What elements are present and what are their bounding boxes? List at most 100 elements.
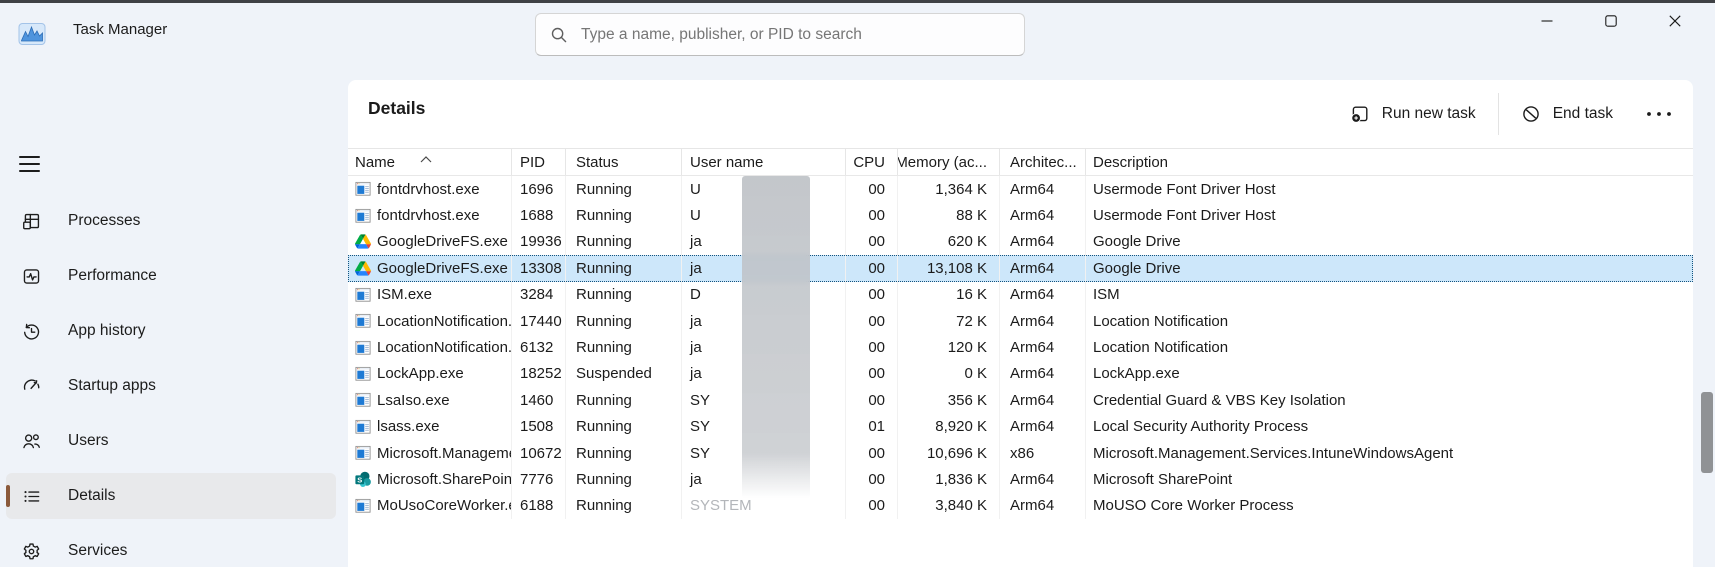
cell-mem-text: 72 K (956, 312, 987, 330)
cell-status-text: Running (576, 312, 632, 330)
cell-status-text: Running (576, 233, 632, 251)
cell-pid: 10672 (512, 439, 566, 467)
cell-pid-text: 10672 (520, 444, 562, 462)
more-options-button[interactable] (1633, 95, 1685, 133)
minimize-button[interactable] (1515, 3, 1579, 39)
column-header-arch[interactable]: Architec... (1000, 149, 1086, 175)
cell-cpu-text: 00 (868, 180, 885, 198)
cell-desc: ISM (1086, 282, 1693, 308)
cell-desc-text: Microsoft SharePoint (1093, 470, 1233, 488)
cell-desc: Local Security Authority Process (1086, 414, 1693, 440)
cell-user-text: D (690, 286, 701, 304)
table-row[interactable]: lsass.exe 1508 Running SY 01 8,920 K Arm64 Loca… (348, 413, 1693, 440)
cell-arch: Arm64 (1000, 176, 1086, 203)
table-row[interactable]: fontdrvhost.exe 1696 Running U 00 1,364 K Arm6… (348, 176, 1693, 203)
cell-mem: 10,696 K (898, 439, 1000, 467)
cell-arch: Arm64 (1000, 307, 1086, 335)
column-header-mem[interactable]: Memory (ac... (898, 149, 1000, 175)
cell-desc-text: Usermode Font Driver Host (1093, 180, 1276, 198)
sidebar-item-startup-apps[interactable]: Startup apps (6, 363, 336, 409)
cell-user-text: ja (690, 233, 702, 251)
navigation-menu-button[interactable] (12, 148, 48, 180)
cell-name-text: lsass.exe (377, 418, 440, 436)
cell-user-text: U (690, 207, 701, 225)
cell-user: SY (682, 387, 846, 414)
table-body: fontdrvhost.exe 1696 Running U 00 1,364 K Arm6… (348, 176, 1693, 520)
cell-cpu-text: 00 (868, 470, 885, 488)
cell-mem: 120 K (898, 334, 1000, 361)
run-new-task-button[interactable]: Run new task (1336, 95, 1490, 133)
cell-pid: 6188 (512, 492, 566, 520)
table-row[interactable]: fontdrvhost.exe 1688 Running U 00 88 K Arm64 Us… (348, 202, 1693, 229)
table-row[interactable]: LocationNotification... 6132 Running ja 00 12… (348, 334, 1693, 361)
table-row[interactable]: ISM.exe 3284 Running D 00 16 K Arm64 ISM (348, 281, 1693, 308)
default-exe-icon (355, 340, 371, 356)
cell-name-text: Microsoft.SharePoint.... (377, 470, 512, 488)
default-exe-icon (355, 287, 371, 303)
cell-cpu: 00 (846, 281, 898, 308)
column-header-desc[interactable]: Description (1086, 149, 1693, 175)
cell-desc-text: Credential Guard & VBS Key Isolation (1093, 391, 1346, 409)
cell-name-text: ISM.exe (377, 286, 433, 304)
table-row[interactable]: GoogleDriveFS.exe 13308 Running ja 00 13,108 … (348, 255, 1693, 282)
column-header-pid[interactable]: PID (512, 149, 566, 175)
sidebar-item-performance[interactable]: Performance (6, 253, 336, 299)
cell-name-text: MoUsoCoreWorker.exe (377, 497, 511, 515)
cell-status: Running (566, 176, 682, 203)
table-row[interactable]: MoUsoCoreWorker.exe 6188 Running SYSTEM 00 3,… (348, 492, 1693, 520)
sidebar-item-users[interactable]: Users (6, 418, 336, 464)
table-row[interactable]: LocationNotification... 17440 Running ja 00 7… (348, 307, 1693, 335)
sidebar-item-processes[interactable]: Processes (6, 198, 336, 244)
cell-name: fontdrvhost.exe (348, 202, 512, 229)
cell-pid: 6132 (512, 334, 566, 361)
sidebar-item-app-history[interactable]: App history (6, 308, 336, 354)
column-header-cpu[interactable]: CPU (846, 149, 898, 175)
maximize-button[interactable] (1579, 3, 1643, 39)
cell-cpu-text: 00 (868, 207, 885, 225)
column-header-name[interactable]: Name (348, 149, 512, 175)
column-header-label: Name (355, 153, 396, 171)
cell-status-text: Running (576, 391, 632, 409)
sidebar-item-services[interactable]: Services (6, 528, 336, 567)
table-row[interactable]: GoogleDriveFS.exe 19936 Running ja 00 620 K Ar… (348, 228, 1693, 256)
column-header-user[interactable]: User name (682, 149, 846, 175)
default-exe-icon (355, 366, 371, 382)
cell-arch: Arm64 (1000, 466, 1086, 493)
close-button[interactable] (1643, 3, 1707, 39)
search-input[interactable] (581, 25, 1010, 44)
cell-cpu-text: 00 (868, 312, 885, 330)
cell-desc: MoUSO Core Worker Process (1086, 493, 1693, 519)
table-row[interactable]: Microsoft.Manageme... 10672 Running SY 00 10,… (348, 439, 1693, 467)
cell-arch: Arm64 (1000, 492, 1086, 520)
vertical-scrollbar-thumb[interactable] (1701, 392, 1713, 473)
cell-arch: Arm64 (1000, 281, 1086, 308)
cell-arch-text: Arm64 (1010, 286, 1055, 304)
task-manager-logo-icon (18, 20, 46, 48)
cell-cpu: 00 (846, 387, 898, 414)
end-task-button[interactable]: End task (1507, 95, 1627, 133)
cell-name-text: LsaIso.exe (377, 391, 450, 409)
column-header-status[interactable]: Status (566, 149, 682, 175)
table-row[interactable]: LockApp.exe 18252 Suspended ja 00 0 K Arm64 Loc… (348, 360, 1693, 388)
default-exe-icon (355, 208, 371, 224)
cell-user-text: ja (690, 259, 702, 277)
table-row[interactable]: S Microsoft.SharePoint.... 7776 Running ja 00… (348, 466, 1693, 493)
cell-mem-text: 3,840 K (935, 497, 987, 515)
cell-name: MoUsoCoreWorker.exe (348, 492, 512, 520)
details-panel: Details Run new task End task Name PID S… (348, 80, 1693, 567)
cell-user: U (682, 202, 846, 229)
details-toolbar: Details Run new task End task (348, 80, 1693, 148)
search-box[interactable] (535, 13, 1025, 56)
cell-arch: Arm64 (1000, 360, 1086, 388)
cell-cpu: 01 (846, 413, 898, 440)
table-row[interactable]: LsaIso.exe 1460 Running SY 00 356 K Arm64 Crede… (348, 387, 1693, 414)
cell-pid-text: 13308 (520, 259, 562, 277)
cell-cpu-text: 00 (868, 259, 885, 277)
cell-cpu-text: 01 (868, 418, 885, 436)
cell-mem: 1,364 K (898, 176, 1000, 203)
cell-pid-text: 1696 (520, 180, 554, 198)
sidebar: Processes Performance App history Startup a… (0, 60, 348, 567)
sidebar-item-details[interactable]: Details (6, 473, 336, 519)
cell-pid-text: 18252 (520, 365, 562, 383)
cell-status: Running (566, 202, 682, 229)
